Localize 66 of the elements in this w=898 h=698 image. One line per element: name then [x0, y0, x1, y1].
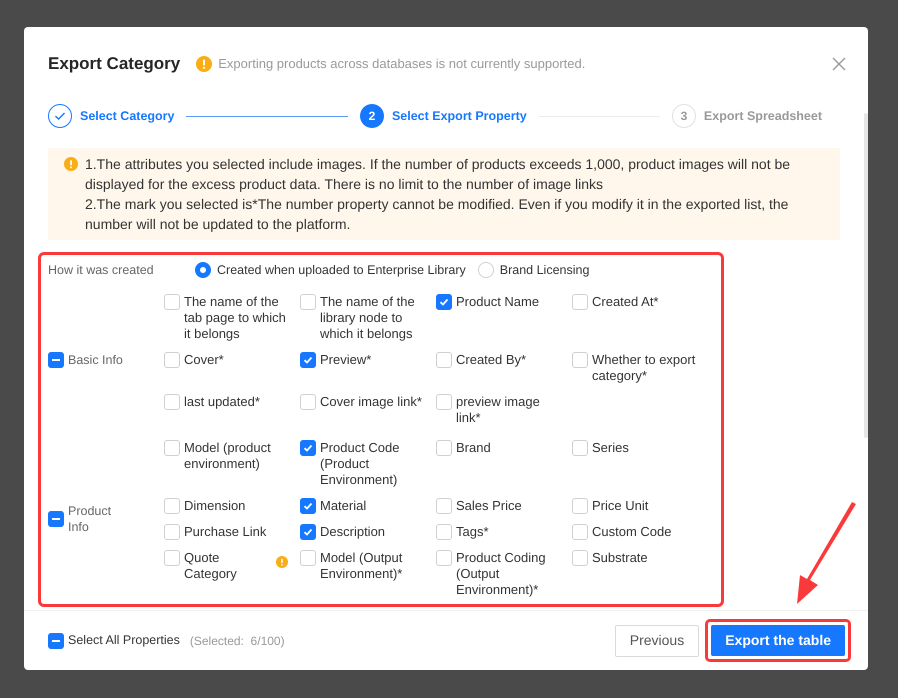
minus-icon [52, 518, 60, 520]
check-icon [54, 110, 66, 122]
property-label: Preview* [320, 352, 372, 368]
alert-text: 1.The attributes you selected include images. If the number of products exceeds 1,000, product images will not be displayed for the excess product data. There is no limit to the number of image links [85, 155, 792, 194]
property-label: Brand [456, 440, 491, 456]
step-label: Select Export Property [392, 108, 527, 125]
alert-text: 2.The mark you selected is*The number property cannot be modified. Even if you modify it in the exported list, the number will not be updated to the platform. [85, 195, 790, 234]
checkbox[interactable] [300, 352, 316, 368]
property-label: Tags* [456, 524, 489, 540]
step-label: Export Spreadsheet [704, 108, 822, 125]
warning-icon [196, 56, 212, 72]
property-label: The name of the library node to which it belongs [320, 294, 416, 342]
property-label: Custom Code [592, 524, 672, 540]
radio-option[interactable]: Brand Licensing [478, 261, 590, 280]
checkbox[interactable] [436, 294, 452, 310]
property-label: Created At* [592, 294, 658, 310]
notice-text: Exporting products across databases is not currently supported. [218, 55, 586, 74]
close-icon[interactable] [832, 57, 846, 71]
property-label: Product Coding (Output Environment)* [456, 550, 547, 598]
field-label: How it was created [48, 262, 155, 279]
property-label: Whether to export category* [592, 352, 696, 384]
property-label: preview image link* [456, 394, 541, 426]
property-label: Price Unit [592, 498, 648, 514]
group-label: Basic Info [68, 352, 124, 368]
property-label: Product Name [456, 294, 540, 310]
property-label: Sales Price [456, 498, 522, 514]
check-icon [303, 526, 313, 537]
property-label: Cover image link* [320, 394, 422, 410]
checkbox[interactable] [300, 440, 316, 456]
checkbox[interactable] [48, 632, 64, 648]
property-label: Product Code (Product Environment) [320, 440, 400, 488]
select-all-label: Select All Properties [68, 632, 180, 650]
check-icon [439, 296, 449, 307]
property-label: Material [320, 498, 366, 514]
step-label: Select Category [80, 108, 174, 125]
warning-icon [64, 157, 78, 171]
radio-option[interactable]: Created when uploaded to Enterprise Library [195, 261, 466, 280]
property-label: Created By* [456, 352, 526, 368]
property-label: Cover* [184, 352, 224, 368]
checkbox[interactable] [300, 498, 316, 514]
minus-icon [52, 640, 60, 642]
property-label: Series [592, 440, 629, 456]
property-label: Dimension [184, 498, 246, 514]
previous-button[interactable]: Previous [614, 624, 700, 656]
group-label: Product Info [68, 502, 112, 535]
selected-count: (Selected: 6/100) [190, 632, 285, 650]
checkbox[interactable] [48, 510, 64, 527]
check-icon [303, 500, 313, 511]
property-label: Quote Category [184, 550, 238, 582]
property-label: Substrate [592, 550, 648, 566]
warning-icon [276, 556, 288, 568]
property-label: Model (Output Environment)* [320, 550, 404, 582]
export-button[interactable]: Export the table [711, 625, 845, 656]
dialog-title: Export Category [48, 53, 180, 76]
property-label: The name of the tab page to which it belongs [184, 294, 287, 342]
check-icon [303, 442, 313, 453]
property-label: Model (product environment) [184, 440, 272, 472]
radio-button[interactable] [195, 262, 211, 278]
property-label: Description [320, 524, 386, 540]
minus-icon [52, 358, 60, 361]
property-label: last updated* [184, 394, 260, 410]
property-label: Purchase Link [184, 524, 266, 540]
check-icon [303, 354, 313, 365]
radio-button[interactable] [478, 262, 494, 278]
checkbox[interactable] [300, 524, 316, 540]
checkbox[interactable] [48, 352, 64, 368]
